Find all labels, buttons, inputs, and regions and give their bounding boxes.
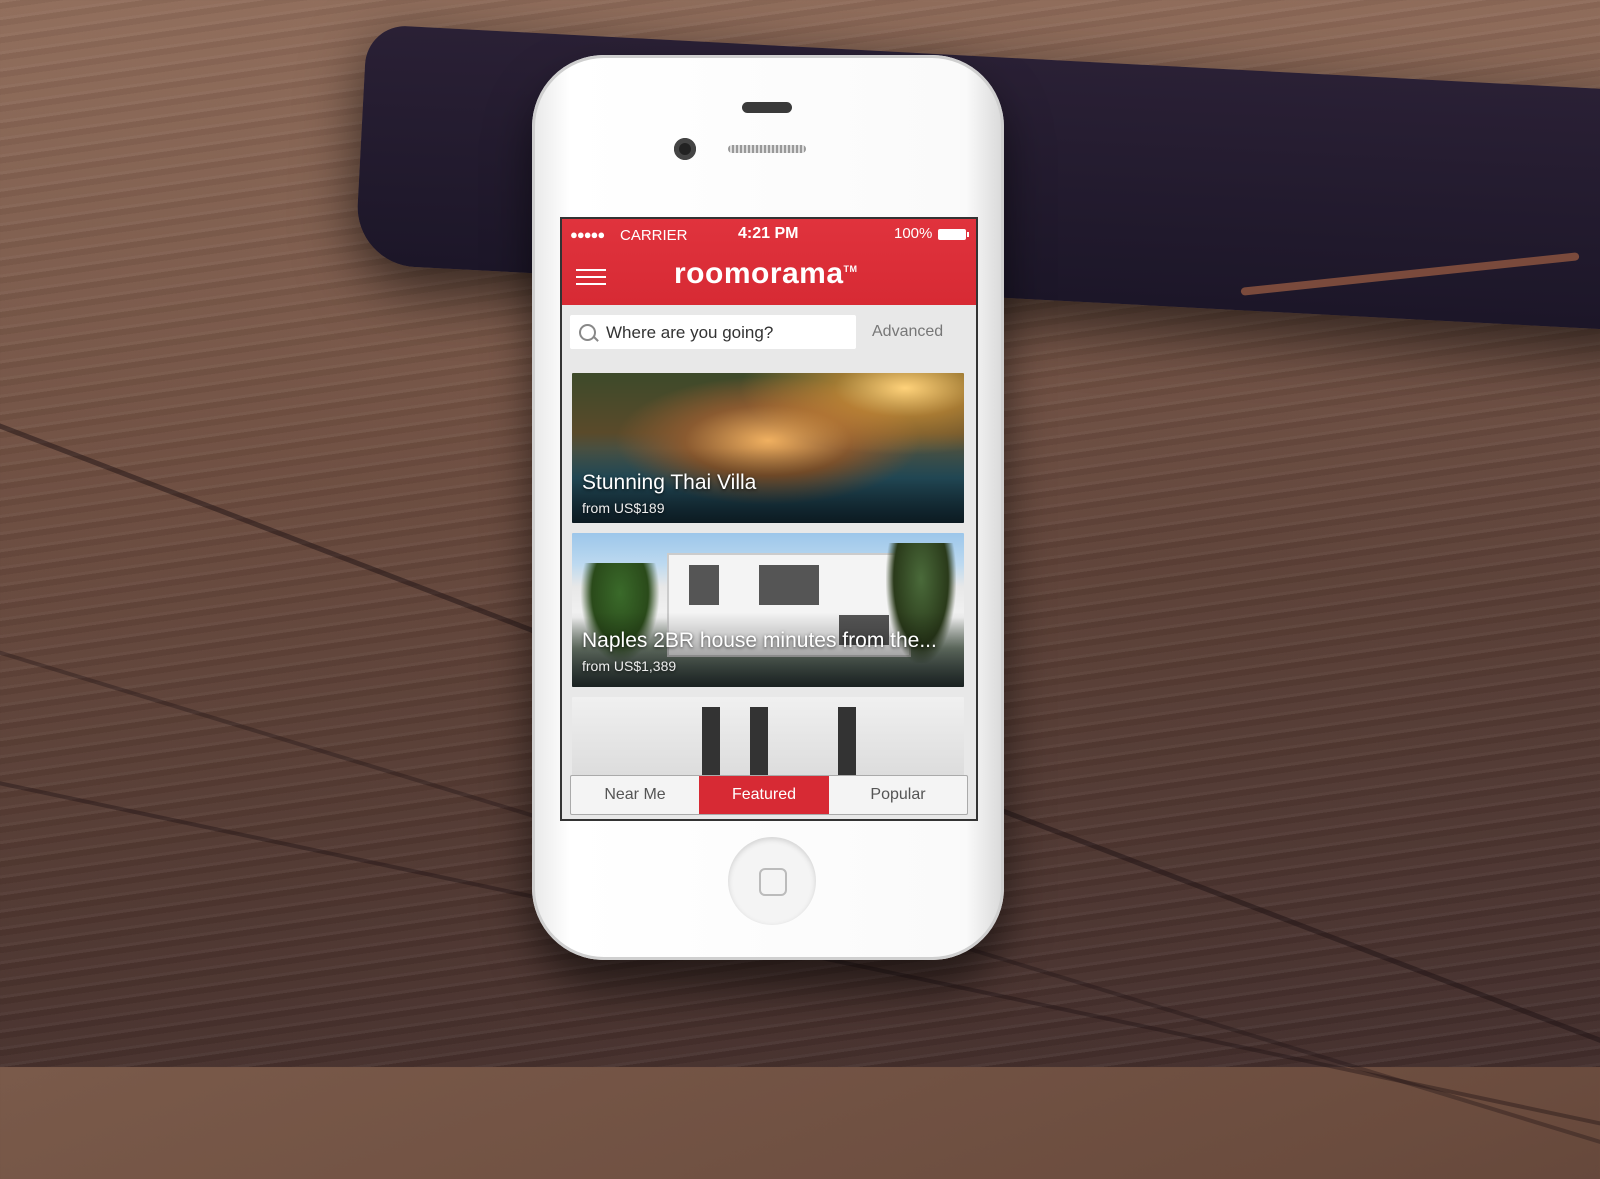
app-logo: roomoramaTM bbox=[674, 257, 858, 291]
phone-screen: ●●●●● CARRIER 4:21 PM 100% roomoramaTM W… bbox=[560, 217, 978, 821]
battery-icon bbox=[938, 229, 969, 240]
earpiece bbox=[742, 102, 792, 113]
listing-card[interactable]: Stunning Thai Villa from US$189 bbox=[572, 373, 964, 523]
curtain bbox=[838, 707, 856, 777]
listing-title: Naples 2BR house minutes from the... bbox=[582, 629, 937, 652]
segmented-tab-bar: Near Me Featured Popular bbox=[570, 775, 968, 815]
tab-featured[interactable]: Featured bbox=[699, 776, 829, 814]
listing-card[interactable] bbox=[572, 697, 964, 777]
search-icon bbox=[579, 324, 596, 341]
listing-price: from US$189 bbox=[582, 500, 665, 516]
signal-strength-icon: ●●●●● bbox=[570, 227, 605, 242]
clock: 4:21 PM bbox=[738, 225, 799, 242]
hamburger-menu-icon[interactable] bbox=[576, 269, 606, 287]
tab-popular[interactable]: Popular bbox=[829, 776, 967, 814]
carrier-label: CARRIER bbox=[620, 227, 688, 244]
app-header: ●●●●● CARRIER 4:21 PM 100% roomoramaTM bbox=[562, 219, 976, 305]
curtain bbox=[750, 707, 768, 777]
listing-title: Stunning Thai Villa bbox=[582, 471, 757, 494]
search-input[interactable]: Where are you going? bbox=[570, 315, 856, 349]
status-bar: ●●●●● CARRIER 4:21 PM 100% bbox=[562, 225, 976, 244]
curtain bbox=[702, 707, 720, 777]
advanced-search-button[interactable]: Advanced bbox=[872, 323, 943, 341]
front-camera bbox=[674, 138, 696, 160]
search-placeholder: Where are you going? bbox=[606, 323, 774, 342]
home-square-icon bbox=[759, 868, 787, 896]
listing-price: from US$1,389 bbox=[582, 658, 677, 674]
logo-trademark: TM bbox=[843, 264, 858, 274]
tab-near-me[interactable]: Near Me bbox=[571, 776, 699, 814]
listing-card[interactable]: Naples 2BR house minutes from the... fro… bbox=[572, 533, 964, 687]
battery-percent: 100% bbox=[894, 225, 933, 242]
home-button[interactable] bbox=[728, 837, 816, 925]
speaker-grille bbox=[728, 145, 806, 153]
phone-device: ●●●●● CARRIER 4:21 PM 100% roomoramaTM W… bbox=[532, 55, 1004, 960]
logo-text: roomorama bbox=[674, 257, 844, 290]
